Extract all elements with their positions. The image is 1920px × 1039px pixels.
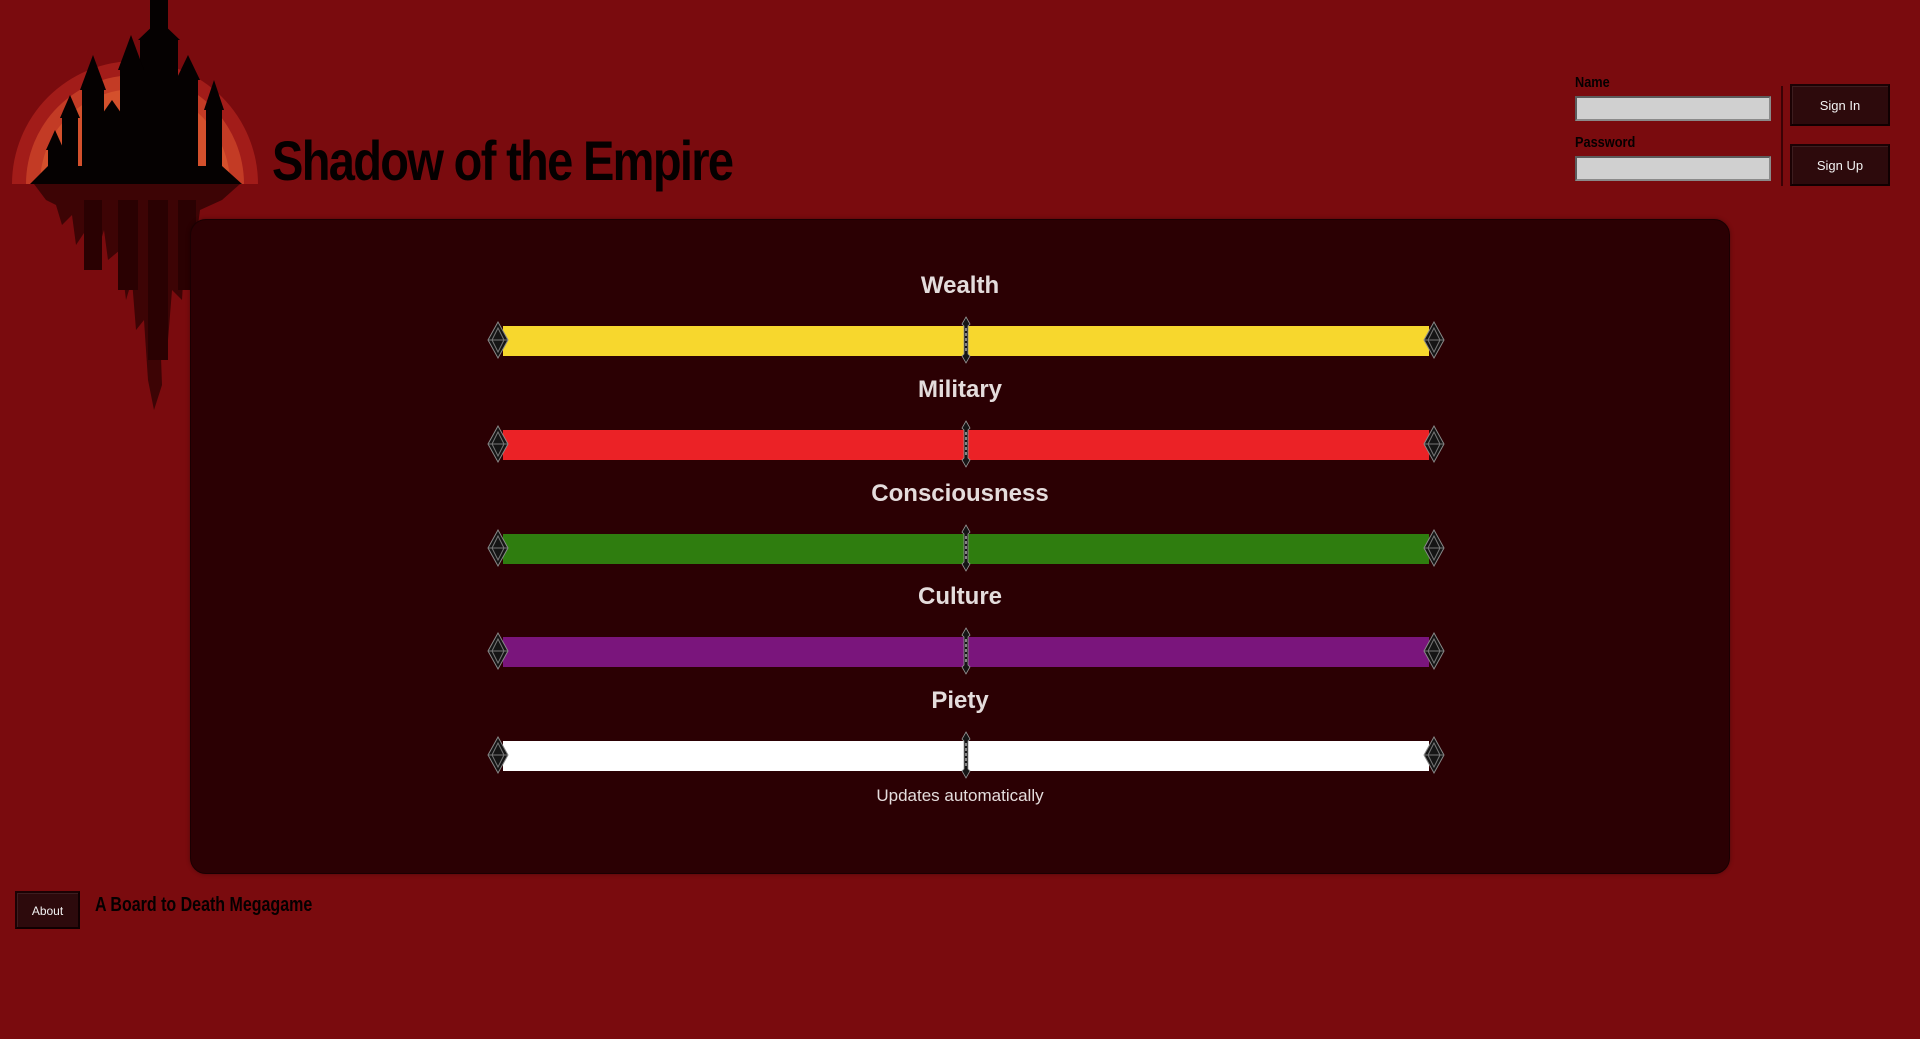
sign-up-button[interactable]: Sign Up: [1790, 144, 1890, 186]
meter-title-culture: Culture: [918, 583, 1002, 610]
meter-center-marker-icon: [958, 524, 974, 572]
meter-wealth: [486, 316, 1446, 364]
meter-left-cap-icon: [486, 735, 510, 775]
site-title: Shadow of the Empire: [272, 129, 734, 192]
meter-title-consciousness: Consciousness: [871, 480, 1049, 507]
meter-title-wealth: Wealth: [920, 272, 1000, 299]
meters-panel: Wealth Military Consciousness Culture Pi…: [190, 219, 1730, 874]
login-divider: [1781, 86, 1783, 186]
password-field[interactable]: [1575, 156, 1771, 181]
meter-piety: [486, 731, 1446, 779]
meter-left-cap-icon: [486, 528, 510, 568]
footer-tagline: A Board to Death Megagame: [95, 894, 313, 916]
meter-consciousness: [486, 524, 1446, 572]
meter-left-cap-icon: [486, 631, 510, 671]
meter-right-cap-icon: [1422, 631, 1446, 671]
meter-left-cap-icon: [486, 424, 510, 464]
meter-center-marker-icon: [958, 627, 974, 675]
password-label: Password: [1575, 134, 1636, 151]
name-field[interactable]: [1575, 96, 1771, 121]
login-form: Name Password Sign In Sign Up: [1575, 74, 1895, 189]
name-label: Name: [1575, 74, 1610, 91]
about-button[interactable]: About: [15, 891, 80, 929]
meter-center-marker-icon: [958, 316, 974, 364]
meter-right-cap-icon: [1422, 424, 1446, 464]
meter-title-military: Military: [917, 376, 1003, 403]
meter-right-cap-icon: [1422, 320, 1446, 360]
meter-center-marker-icon: [958, 731, 974, 779]
meter-right-cap-icon: [1422, 735, 1446, 775]
meter-culture: [486, 627, 1446, 675]
update-status-text: Updates automatically: [876, 786, 1044, 805]
sign-in-button[interactable]: Sign In: [1790, 84, 1890, 126]
meter-title-piety: Piety: [931, 687, 989, 714]
meter-left-cap-icon: [486, 320, 510, 360]
meter-military: [486, 420, 1446, 468]
meter-right-cap-icon: [1422, 528, 1446, 568]
meter-center-marker-icon: [958, 420, 974, 468]
